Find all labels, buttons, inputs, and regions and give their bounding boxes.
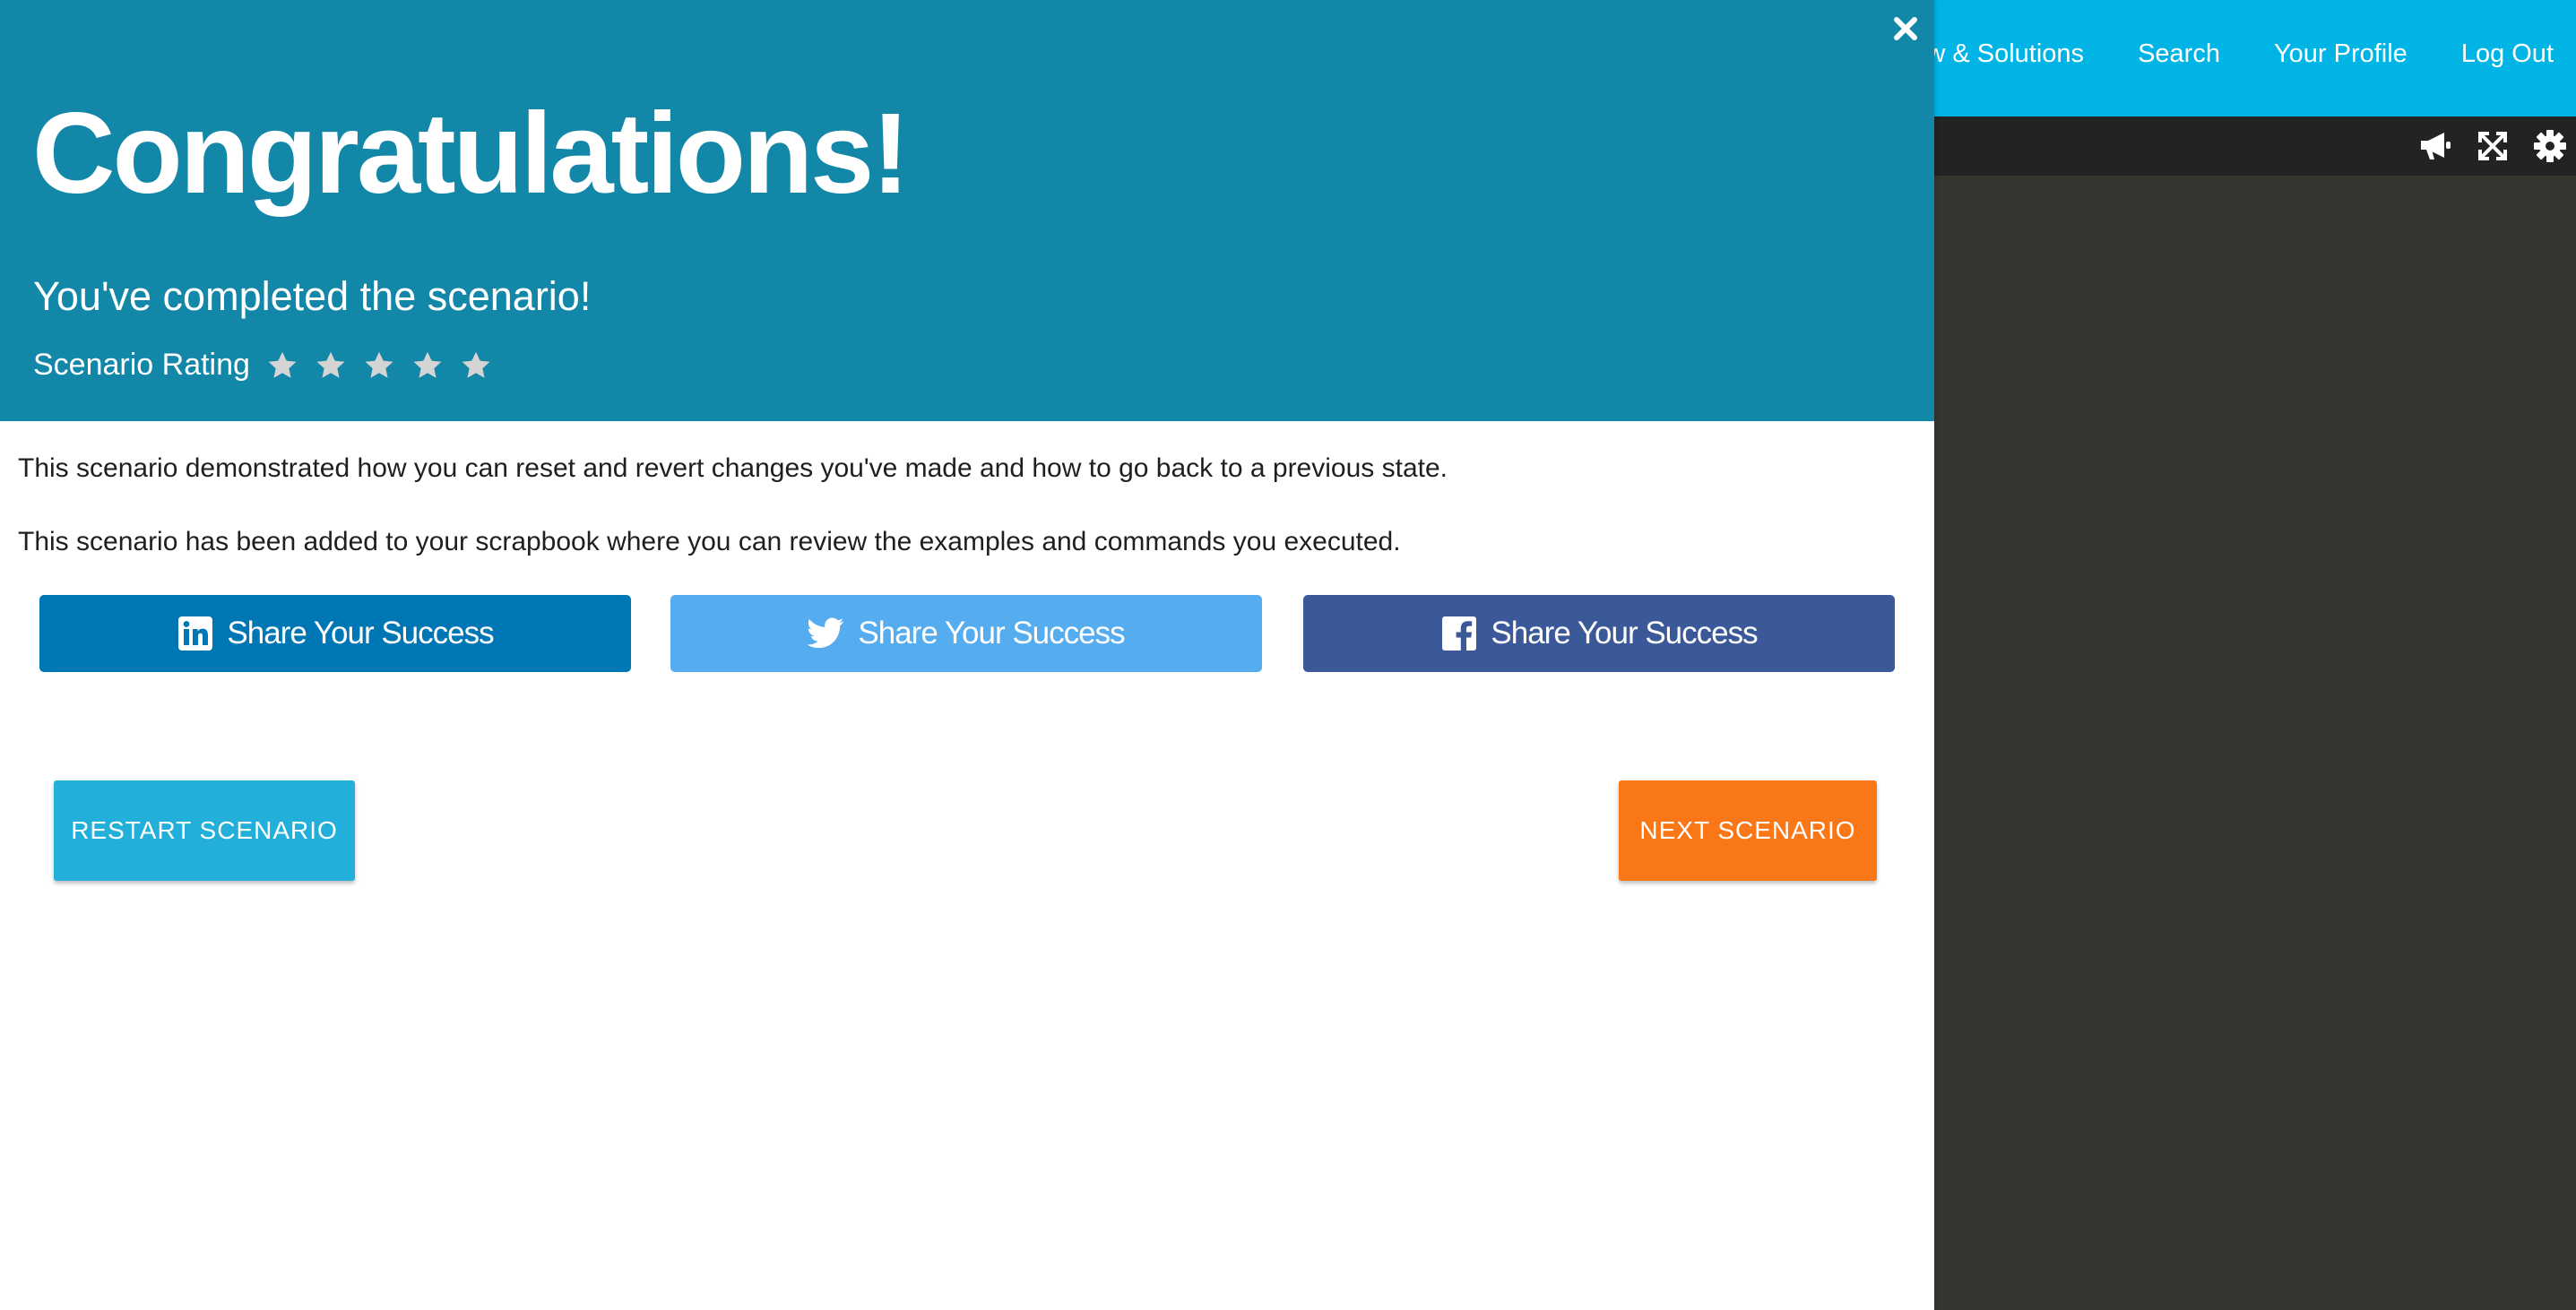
modal-header: Congratulations! You've completed the sc… [0, 0, 1934, 421]
twitter-icon [808, 615, 845, 652]
modal-title: Congratulations! [32, 90, 910, 218]
share-twitter-label: Share Your Success [858, 616, 1125, 651]
expand-icon[interactable] [2474, 127, 2511, 165]
toolbar-icons [2416, 116, 2569, 176]
share-facebook-label: Share Your Success [1491, 616, 1758, 651]
nav-link-review-solutions[interactable]: ew & Solutions [1912, 39, 2084, 69]
share-twitter-button[interactable]: Share Your Success [670, 595, 1262, 672]
scenario-summary-text: This scenario demonstrated how you can r… [18, 453, 1448, 483]
gear-icon[interactable] [2531, 127, 2569, 165]
linkedin-icon [177, 615, 214, 652]
scenario-rating: Scenario Rating [33, 348, 492, 383]
share-facebook-button[interactable]: Share Your Success [1303, 595, 1895, 672]
star-icon[interactable] [411, 349, 444, 382]
nav-link-your-profile[interactable]: Your Profile [2274, 39, 2407, 69]
nav-link-search[interactable]: Search [2138, 39, 2220, 69]
share-linkedin-label: Share Your Success [227, 616, 494, 651]
completion-modal: Congratulations! You've completed the sc… [0, 0, 1934, 1310]
rating-stars [266, 349, 492, 382]
share-linkedin-button[interactable]: Share Your Success [39, 595, 631, 672]
modal-subtitle: You've completed the scenario! [33, 273, 592, 319]
next-scenario-button[interactable]: NEXT SCENARIO [1619, 780, 1877, 881]
star-icon[interactable] [315, 349, 347, 382]
restart-scenario-button[interactable]: RESTART SCENARIO [54, 780, 355, 881]
star-icon[interactable] [460, 349, 492, 382]
star-icon[interactable] [363, 349, 395, 382]
close-icon[interactable] [1888, 11, 1923, 47]
star-icon[interactable] [266, 349, 298, 382]
rating-label: Scenario Rating [33, 348, 250, 382]
nav-links: ew & Solutions Search Your Profile Log O… [1912, 0, 2554, 108]
megaphone-icon[interactable] [2416, 127, 2454, 165]
nav-link-log-out[interactable]: Log Out [2461, 39, 2554, 69]
facebook-icon [1440, 615, 1478, 652]
scrapbook-note-text: This scenario has been added to your scr… [18, 527, 1401, 556]
